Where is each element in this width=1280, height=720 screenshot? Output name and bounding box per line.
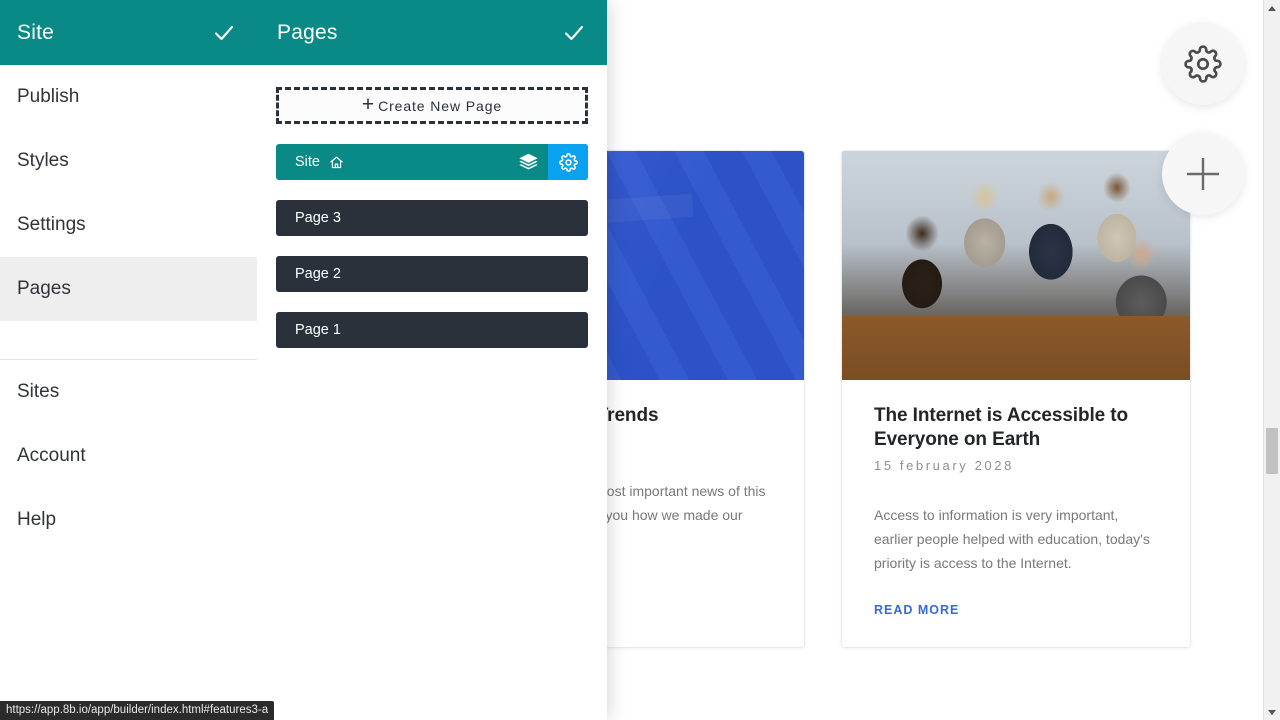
check-icon[interactable] [561, 20, 587, 46]
page-row-label: Site [295, 154, 320, 170]
sidebar-item-label: Styles [17, 150, 69, 171]
plus-icon [1187, 158, 1219, 190]
sidebar-header: Site [0, 0, 257, 65]
card-media[interactable] [842, 151, 1190, 380]
plus-icon: + [361, 93, 376, 116]
page-settings-button[interactable] [548, 144, 588, 180]
create-new-page-button[interactable]: + Create New Page [276, 87, 588, 124]
page-row-page-1[interactable]: Page 1 [276, 312, 588, 348]
sidebar-item-pages[interactable]: Pages [0, 257, 257, 321]
scrollbar-thumb[interactable] [1266, 428, 1278, 474]
pages-panel-header: Pages [257, 0, 607, 65]
page-row-label: Page 2 [295, 266, 341, 282]
office-meeting-photo [842, 151, 1190, 380]
sidebar-item-settings[interactable]: Settings [0, 193, 257, 257]
pages-panel-title: Pages [277, 20, 338, 44]
sidebar-item-sites[interactable]: Sites [0, 360, 257, 424]
gear-icon [1184, 45, 1222, 83]
page-row-label: Page 1 [295, 322, 341, 338]
card-title: The Internet is Accessible to Everyone o… [874, 405, 1129, 450]
scroll-up-button[interactable] [1264, 0, 1280, 16]
sidebar-item-label: Sites [17, 381, 60, 402]
page-row-page-3[interactable]: Page 3 [276, 200, 588, 236]
layers-icon [518, 153, 538, 169]
sidebar-menu: Publish Styles Settings Pages Sites Acco… [0, 65, 257, 552]
sidebar-item-label: Publish [17, 86, 80, 107]
sidebar-item-publish[interactable]: Publish [0, 65, 257, 129]
scroll-down-button[interactable] [1264, 704, 1280, 720]
app-root: News We Analyze Trends 17 march 2028 We … [0, 0, 1280, 720]
vertical-scrollbar[interactable] [1263, 0, 1280, 720]
add-block-button[interactable] [1162, 133, 1244, 215]
gear-icon [558, 152, 578, 172]
read-more-link[interactable]: READ MORE [874, 603, 959, 617]
card-date: 15 february 2028 [874, 458, 1014, 473]
sidebar-item-label: Settings [17, 214, 86, 235]
home-icon [329, 155, 344, 170]
create-new-page-label: Create New Page [378, 97, 503, 114]
sidebar-item-help[interactable]: Help [0, 488, 257, 552]
page-row-page-2[interactable]: Page 2 [276, 256, 588, 292]
block-settings-button[interactable] [1162, 23, 1244, 105]
sidebar-item-label: Account [17, 445, 86, 466]
main-sidebar: Site Publish Styles Settings Pages Sites [0, 0, 257, 720]
triangle-down-icon [1268, 709, 1276, 715]
status-bar-url: https://app.8b.io/app/builder/index.html… [0, 701, 275, 720]
sidebar-title: Site [17, 20, 54, 44]
page-row-site[interactable]: Site [276, 144, 588, 180]
layers-button[interactable] [508, 144, 548, 180]
pages-panel: Pages + Create New Page Site Page 3 Page… [257, 0, 607, 720]
news-card[interactable]: The Internet is Accessible to Everyone o… [841, 150, 1191, 648]
page-row-label: Page 3 [295, 210, 341, 226]
card-text: Access to information is very important,… [874, 507, 1150, 571]
sidebar-item-styles[interactable]: Styles [0, 129, 257, 193]
sidebar-item-account[interactable]: Account [0, 424, 257, 488]
card-body: The Internet is Accessible to Everyone o… [842, 380, 1190, 647]
triangle-up-icon [1268, 5, 1276, 11]
sidebar-item-label: Help [17, 509, 57, 530]
sidebar-item-label: Pages [17, 278, 71, 299]
pages-panel-body: + Create New Page Site Page 3 Page 2 Pag… [257, 65, 607, 348]
check-icon[interactable] [211, 20, 237, 46]
